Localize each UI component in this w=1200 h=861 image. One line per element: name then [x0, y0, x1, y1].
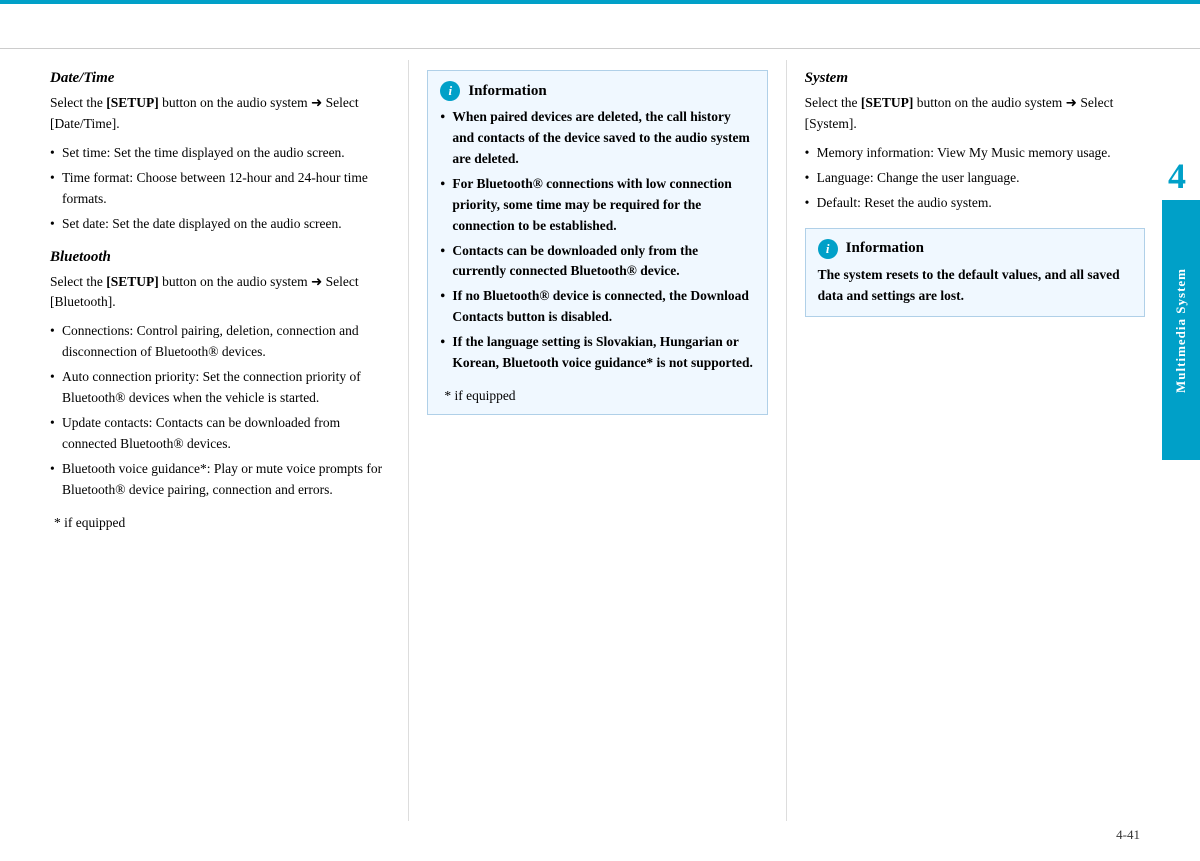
chapter-number: 4 — [1168, 155, 1186, 197]
page-number: 4-41 — [1116, 827, 1140, 843]
bluetooth-bullet-3: Update contacts: Contacts can be downloa… — [50, 413, 390, 455]
setup-bold-3: [SETUP] — [861, 95, 914, 110]
middle-info-title: Information — [468, 83, 546, 100]
middle-info-box: i Information When paired devices are de… — [427, 70, 767, 415]
middle-column: i Information When paired devices are de… — [408, 60, 785, 821]
info-bullet-4: If no Bluetooth® device is connected, th… — [440, 286, 754, 328]
left-column: Date/Time Select the [SETUP] button on t… — [50, 60, 408, 821]
info-icon-right: i — [818, 239, 838, 259]
system-title: System — [805, 70, 1145, 87]
bluetooth-bullet-2: Auto connection priority: Set the connec… — [50, 367, 390, 409]
system-bullet-1: Memory information: View My Music memory… — [805, 143, 1145, 164]
datetime-section: Date/Time Select the [SETUP] button on t… — [50, 70, 390, 235]
bluetooth-bullets: Connections: Control pairing, deletion, … — [50, 321, 390, 500]
right-column: System Select the [SETUP] button on the … — [786, 60, 1145, 821]
sidebar-tab: Multimedia System — [1162, 200, 1200, 460]
system-info-box: i Information The system resets to the d… — [805, 228, 1145, 318]
bluetooth-bullet-4: Bluetooth voice guidance*: Play or mute … — [50, 459, 390, 501]
datetime-bullet-3: Set date: Set the date displayed on the … — [50, 214, 390, 235]
system-info-title: Information — [846, 240, 924, 257]
system-section: System Select the [SETUP] button on the … — [805, 70, 1145, 214]
info-bullet-1: When paired devices are deleted, the cal… — [440, 107, 754, 170]
bluetooth-bullet-1: Connections: Control pairing, deletion, … — [50, 321, 390, 363]
setup-bold-1: [SETUP] — [106, 95, 159, 110]
info-bullet-2: For Bluetooth® connections with low conn… — [440, 174, 754, 237]
system-info-header: i Information — [818, 239, 1132, 259]
bluetooth-title: Bluetooth — [50, 249, 390, 266]
bluetooth-intro: Select the [SETUP] button on the audio s… — [50, 272, 390, 314]
datetime-bullet-1: Set time: Set the time displayed on the … — [50, 143, 390, 164]
system-bullet-3: Default: Reset the audio system. — [805, 193, 1145, 214]
datetime-bullets: Set time: Set the time displayed on the … — [50, 143, 390, 235]
header-divider-line — [0, 48, 1200, 49]
sidebar-label: Multimedia System — [1173, 268, 1189, 393]
middle-info-header: i Information — [440, 81, 754, 101]
setup-bold-2: [SETUP] — [106, 274, 159, 289]
bluetooth-note: * if equipped — [54, 515, 390, 531]
middle-info-bullets: When paired devices are deleted, the cal… — [440, 107, 754, 374]
top-accent-line — [0, 0, 1200, 4]
info-icon-middle: i — [440, 81, 460, 101]
system-info-text: The system resets to the default values,… — [818, 265, 1132, 307]
bluetooth-section: Bluetooth Select the [SETUP] button on t… — [50, 249, 390, 531]
info-bullet-3: Contacts can be downloaded only from the… — [440, 241, 754, 283]
system-bullets: Memory information: View My Music memory… — [805, 143, 1145, 214]
info-bullet-5: If the language setting is Slovakian, Hu… — [440, 332, 754, 374]
content-area: Date/Time Select the [SETUP] button on t… — [50, 60, 1145, 821]
system-intro: Select the [SETUP] button on the audio s… — [805, 93, 1145, 135]
system-bullet-2: Language: Change the user language. — [805, 168, 1145, 189]
middle-info-note: * if equipped — [444, 388, 754, 404]
datetime-title: Date/Time — [50, 70, 390, 87]
datetime-bullet-2: Time format: Choose between 12-hour and … — [50, 168, 390, 210]
datetime-intro: Select the [SETUP] button on the audio s… — [50, 93, 390, 135]
